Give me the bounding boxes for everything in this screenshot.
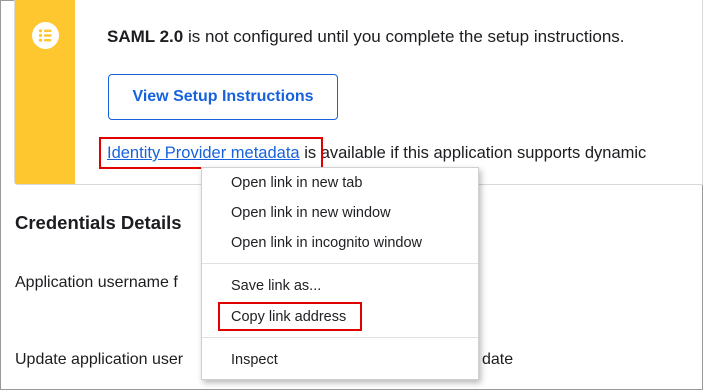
list-icon xyxy=(32,22,59,49)
notice-message-rest: is not configured until you complete the… xyxy=(183,27,625,46)
metadata-description: is available if this application support… xyxy=(299,144,647,162)
metadata-line: Identity Provider metadata is available … xyxy=(107,144,646,163)
menu-item-inspect[interactable]: Inspect xyxy=(202,346,478,374)
menu-item-copy-link-address[interactable]: Copy link address xyxy=(202,303,478,331)
setup-notice-banner: SAML 2.0 is not configured until you com… xyxy=(14,0,703,185)
identity-provider-metadata-link[interactable]: Identity Provider metadata xyxy=(107,144,300,162)
menu-separator xyxy=(202,337,478,338)
menu-item-save-link-as[interactable]: Save link as... xyxy=(202,272,478,300)
update-application-username-label: Update application user xyxy=(15,351,184,368)
menu-item-open-new-window[interactable]: Open link in new window xyxy=(202,199,478,227)
application-username-label: Application username f xyxy=(15,274,178,291)
notice-accent-strip xyxy=(15,0,75,184)
menu-separator xyxy=(202,263,478,264)
view-setup-instructions-button[interactable]: View Setup Instructions xyxy=(108,74,338,120)
menu-item-open-new-tab[interactable]: Open link in new tab xyxy=(202,169,478,197)
menu-item-open-incognito[interactable]: Open link in incognito window xyxy=(202,229,478,257)
update-label-tail: date xyxy=(482,351,514,368)
context-menu: Open link in new tab Open link in new wi… xyxy=(201,167,479,380)
notice-message: SAML 2.0 is not configured until you com… xyxy=(107,27,625,47)
credentials-details-heading: Credentials Details xyxy=(15,212,182,233)
notice-message-bold: SAML 2.0 xyxy=(107,27,184,46)
